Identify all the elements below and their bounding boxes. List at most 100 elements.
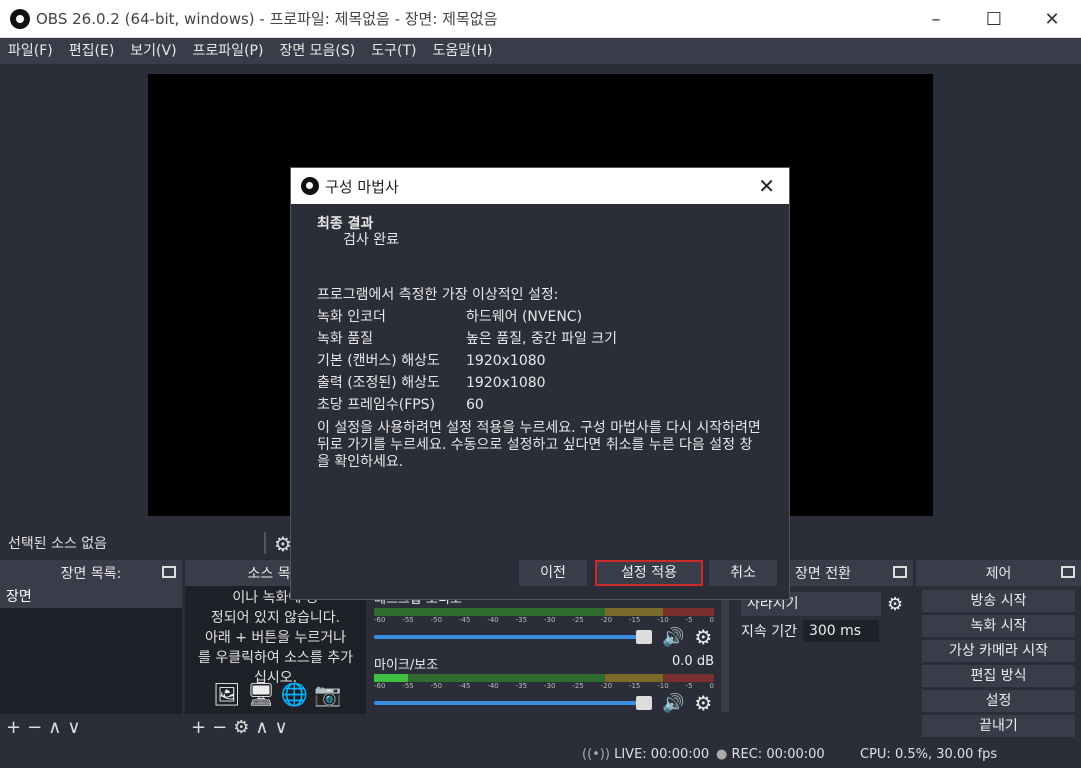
volume-meter bbox=[374, 674, 714, 682]
start-virtual-camera-button[interactable]: 가상 카메라 시작 bbox=[922, 640, 1075, 662]
setting-label: 출력 (조정된) 해상도 bbox=[317, 375, 440, 391]
status-bar: ((•)) LIVE: 00:00:00 ● REC: 00:00:00 CPU… bbox=[0, 742, 1081, 768]
maximize-icon[interactable]: ☐ bbox=[965, 0, 1023, 38]
undock-icon[interactable] bbox=[162, 566, 176, 578]
obs-logo-icon bbox=[10, 8, 30, 29]
menu-scene-collection[interactable]: 장면 모음(S) bbox=[271, 38, 363, 64]
source-list[interactable]: 이나 녹화에 공 정되어 있지 않습니다. 아래 + 버튼을 누르거나 를 우클… bbox=[185, 586, 366, 714]
dialog-title: 구성 마법사 bbox=[325, 177, 399, 196]
gear-icon[interactable]: ⚙ bbox=[694, 625, 712, 649]
move-up-icon[interactable]: ∧ bbox=[48, 717, 61, 738]
scenes-dock-title: 장면 목록: bbox=[60, 566, 122, 582]
apply-settings-button[interactable]: 설정 적용 bbox=[595, 560, 703, 586]
controls-dock: 제어 방송 시작 녹화 시작 가상 카메라 시작 편집 방식 설정 끝내기 bbox=[916, 560, 1081, 738]
start-streaming-button[interactable]: 방송 시작 bbox=[922, 590, 1075, 612]
setting-value: 60 bbox=[466, 397, 484, 413]
display-icon: 🖥 bbox=[246, 683, 275, 708]
remove-icon[interactable]: − bbox=[27, 717, 42, 738]
camera-icon: 📷 bbox=[314, 683, 342, 708]
studio-mode-button[interactable]: 편집 방식 bbox=[922, 665, 1075, 687]
settings-row: 기본 (캔버스) 해상도 1920x1080 bbox=[317, 350, 763, 372]
duration-label: 지속 기간 bbox=[741, 624, 797, 640]
menu-view[interactable]: 보기(V) bbox=[122, 38, 184, 64]
dialog-titlebar: 구성 마법사 ✕ bbox=[291, 168, 789, 204]
setting-value: 하드웨어 (NVENC) bbox=[466, 309, 583, 325]
result-subheading: 검사 완료 bbox=[343, 232, 399, 248]
minimize-icon[interactable]: – bbox=[907, 0, 965, 38]
obs-logo-icon bbox=[301, 177, 319, 195]
settings-button[interactable]: 설정 bbox=[922, 690, 1075, 712]
setting-value: 높은 품질, 중간 파일 크기 bbox=[466, 331, 618, 347]
setting-label: 초당 프레임수(FPS) bbox=[317, 397, 436, 413]
undock-icon[interactable] bbox=[1061, 566, 1075, 578]
volume-meter bbox=[374, 608, 714, 616]
empty-hint-line: 를 우클릭하여 소스를 추가 bbox=[197, 650, 354, 666]
start-recording-button[interactable]: 녹화 시작 bbox=[922, 615, 1075, 637]
globe-icon: 🌐 bbox=[280, 683, 309, 708]
volume-slider[interactable] bbox=[374, 696, 652, 710]
close-icon[interactable]: ✕ bbox=[758, 174, 775, 198]
cancel-button[interactable]: 취소 bbox=[709, 560, 777, 586]
auto-config-wizard-dialog: 구성 마법사 ✕ 최종 결과 검사 완료 프로그램에서 측정한 가장 이상적인 … bbox=[290, 167, 790, 600]
duration-input[interactable]: 300 ms bbox=[802, 620, 879, 642]
meter-ticks: -60 -55 -50 -45 -40 -35 -30 -25 -20 -15 -10 -5 0 bbox=[374, 682, 714, 690]
close-icon[interactable]: ✕ bbox=[1023, 0, 1081, 38]
no-source-label: 선택된 소스 없음 bbox=[8, 536, 108, 552]
menubar: 파일(F) 편집(E) 보기(V) 프로파일(P) 장면 모음(S) 도구(T)… bbox=[0, 38, 1081, 64]
move-up-icon[interactable]: ∧ bbox=[255, 717, 268, 738]
transitions-dock-title: 장면 전환 bbox=[795, 566, 851, 582]
setting-value: 1920x1080 bbox=[466, 353, 546, 369]
menu-edit[interactable]: 편집(E) bbox=[61, 38, 123, 64]
move-down-icon[interactable]: ∨ bbox=[67, 717, 80, 738]
exit-button[interactable]: 끝내기 bbox=[922, 715, 1075, 737]
menu-profile[interactable]: 프로파일(P) bbox=[185, 38, 272, 64]
menu-tools[interactable]: 도구(T) bbox=[363, 38, 424, 64]
menu-file[interactable]: 파일(F) bbox=[0, 38, 61, 64]
setting-label: 기본 (캔버스) 해상도 bbox=[317, 353, 440, 369]
broadcast-icon: ((•)) bbox=[582, 747, 610, 762]
live-timer: LIVE: 00:00:00 bbox=[614, 747, 710, 762]
setting-label: 녹화 품질 bbox=[317, 331, 373, 347]
volume-slider[interactable] bbox=[374, 630, 652, 644]
scene-list: 장면 bbox=[0, 586, 182, 714]
image-icon: 🖼 bbox=[213, 683, 241, 708]
divider bbox=[264, 532, 266, 554]
menu-help[interactable]: 도움말(H) bbox=[424, 38, 500, 64]
settings-row: 녹화 품질 높은 품질, 중간 파일 크기 bbox=[317, 328, 763, 350]
gear-icon[interactable]: ⚙ bbox=[694, 691, 712, 715]
transitions-panel: 사라지기 ⚙ 지속 기간 300 ms bbox=[733, 586, 913, 738]
channel-level: 0.0 dB bbox=[672, 654, 714, 669]
remove-icon[interactable]: − bbox=[212, 717, 227, 738]
move-down-icon[interactable]: ∨ bbox=[275, 717, 288, 738]
previous-button[interactable]: 이전 bbox=[519, 560, 587, 586]
speaker-icon[interactable]: 🔊 bbox=[662, 693, 684, 714]
window-title: OBS 26.0.2 (64-bit, windows) - 프로파일: 제목없… bbox=[36, 10, 498, 28]
sources-toolbar: + − ⚙ ∧ ∨ bbox=[185, 714, 366, 740]
advice-text: 이 설정을 사용하려면 설정 적용을 누르세요. 구성 마법사를 다시 시작하려… bbox=[317, 420, 761, 470]
scenes-dock-header: 장면 목록: bbox=[0, 560, 182, 586]
source-type-icons: 🖼 🖥 🌐 📷 bbox=[213, 683, 342, 708]
gear-icon[interactable]: ⚙ bbox=[887, 594, 903, 615]
live-status: ((•)) LIVE: 00:00:00 bbox=[582, 747, 709, 762]
mixer-channel: 마이크/보조 0.0 dB -60 -55 -50 -45 -40 -35 -30 -25 -2… bbox=[374, 654, 714, 715]
list-item[interactable]: 장면 bbox=[0, 586, 182, 608]
result-heading: 최종 결과 bbox=[317, 216, 374, 232]
settings-row: 출력 (조정된) 해상도 1920x1080 bbox=[317, 372, 763, 394]
undock-icon[interactable] bbox=[893, 566, 907, 578]
settings-intro: 프로그램에서 측정한 가장 이상적인 설정: bbox=[317, 287, 559, 303]
cpu-status: CPU: 0.5%, 30.00 fps bbox=[860, 747, 998, 762]
channel-name: 마이크/보조 bbox=[374, 658, 439, 673]
setting-value: 1920x1080 bbox=[466, 375, 546, 391]
gear-icon[interactable]: ⚙ bbox=[233, 717, 249, 738]
settings-row: 초당 프레임수(FPS) 60 bbox=[317, 394, 763, 416]
speaker-icon[interactable]: 🔊 bbox=[662, 627, 684, 648]
scenes-toolbar: + − ∧ ∨ bbox=[0, 714, 182, 740]
meter-ticks: -60 -55 -50 -45 -40 -35 -30 -25 -20 -15 -10 -5 0 bbox=[374, 616, 714, 624]
controls-panel: 방송 시작 녹화 시작 가상 카메라 시작 편집 방식 설정 끝내기 bbox=[916, 586, 1081, 738]
add-icon[interactable]: + bbox=[6, 717, 21, 738]
add-icon[interactable]: + bbox=[191, 717, 206, 738]
dialog-content: 최종 결과 검사 완료 프로그램에서 측정한 가장 이상적인 설정: 녹화 인코… bbox=[291, 204, 789, 483]
rec-status: ● REC: 00:00:00 bbox=[716, 747, 825, 762]
scenes-dock: 장면 목록: 장면 + − ∧ ∨ bbox=[0, 560, 182, 740]
empty-hint-line: 정되어 있지 않습니다. bbox=[210, 610, 341, 626]
